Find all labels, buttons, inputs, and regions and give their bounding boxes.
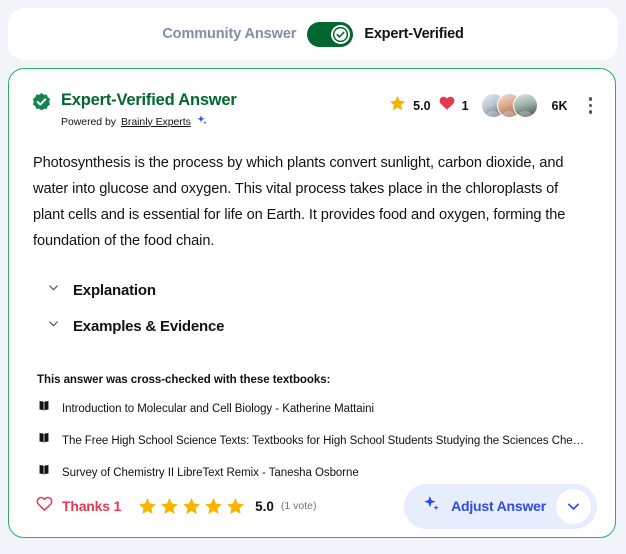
kebab-dot	[588, 103, 592, 108]
kebab-dot	[588, 97, 592, 101]
textbook-title: The Free High School Science Texts: Text…	[62, 434, 591, 447]
book-icon	[37, 431, 51, 450]
toggle-knob	[331, 24, 351, 44]
heart-stat[interactable]: 1	[438, 94, 469, 117]
answer-mode-toggle-row: Community Answer Expert-Verified	[162, 21, 464, 47]
answer-header-titles: Expert-Verified Answer Powered by Brainl…	[61, 90, 237, 129]
star-icon	[139, 497, 156, 514]
answer-title: Expert-Verified Answer	[61, 91, 237, 109]
rating-votes: (1 vote)	[280, 500, 317, 512]
viewer-count: 6K	[551, 98, 568, 113]
verified-badge-icon	[31, 92, 52, 118]
thanks-label: Thanks 1	[62, 498, 122, 514]
answer-mode-card: Community Answer Expert-Verified	[8, 8, 618, 60]
book-icon	[37, 399, 51, 418]
avatar	[512, 93, 538, 118]
rating-value: 5.0	[255, 498, 274, 514]
star-icon	[205, 497, 222, 514]
brainly-experts-link[interactable]: Brainly Experts	[121, 116, 191, 128]
star-icon	[161, 497, 178, 514]
footer-left-group: Thanks 1 5.0 (1 vote)	[35, 494, 316, 518]
powered-by-row: Powered by Brainly Experts	[61, 114, 237, 129]
section-examples-evidence[interactable]: Examples & Evidence	[47, 308, 591, 344]
section-title: Examples & Evidence	[73, 317, 225, 335]
textbook-title: Introduction to Molecular and Cell Biolo…	[62, 402, 374, 415]
check-circle-icon	[333, 26, 349, 42]
powered-by-prefix: Powered by	[61, 115, 116, 128]
kebab-dot	[588, 110, 592, 114]
adjust-answer-button[interactable]: Adjust Answer	[404, 483, 597, 529]
star-icon	[388, 94, 407, 118]
textbooks-heading: This answer was cross-checked with these…	[37, 374, 331, 386]
expert-verified-label[interactable]: Expert-Verified	[364, 26, 464, 42]
heart-count: 1	[461, 98, 469, 113]
chevron-down-icon	[47, 281, 60, 299]
chevron-down-icon	[568, 503, 579, 510]
answer-body-text: Photosynthesis is the process by which p…	[33, 155, 566, 249]
thanks-button[interactable]: Thanks 1	[35, 494, 121, 518]
section-title: Explanation	[73, 281, 156, 299]
answer-header-left: Expert-Verified Answer Powered by Brainl…	[31, 90, 237, 129]
textbook-item[interactable]: Introduction to Molecular and Cell Biolo…	[37, 399, 591, 418]
rating-stars[interactable]	[137, 496, 246, 517]
section-explanation[interactable]: Explanation	[47, 272, 591, 308]
expert-verified-answer-card: Expert-Verified Answer Powered by Brainl…	[8, 68, 616, 538]
star-icon	[183, 497, 200, 514]
answer-sections: Explanation Examples & Evidence	[9, 254, 615, 344]
more-options-icon[interactable]	[584, 94, 598, 117]
adjust-answer-label: Adjust Answer	[451, 498, 546, 514]
heart-icon	[438, 94, 456, 117]
sparkle-icon	[196, 114, 208, 129]
heart-outline-icon	[35, 494, 54, 518]
expert-verified-toggle[interactable]	[307, 21, 354, 47]
answer-footer: Thanks 1 5.0 (1 vote) Adjust Answer	[9, 475, 615, 537]
textbook-item[interactable]: The Free High School Science Texts: Text…	[37, 431, 591, 450]
answer-header: Expert-Verified Answer Powered by Brainl…	[9, 69, 615, 129]
star-rating-stat: 5.0	[388, 94, 431, 118]
textbooks-section: This answer was cross-checked with these…	[9, 344, 615, 482]
expand-adjust-button[interactable]	[556, 488, 591, 524]
answer-stats: 5.0 1 6K	[388, 93, 597, 118]
community-answer-label[interactable]: Community Answer	[162, 26, 296, 42]
star-rating-value: 5.0	[413, 98, 431, 113]
viewer-avatars	[480, 93, 538, 118]
chevron-down-icon	[47, 317, 60, 335]
rating-group: 5.0 (1 vote)	[137, 496, 316, 517]
star-icon	[227, 497, 244, 514]
sparkle-icon	[422, 494, 441, 518]
